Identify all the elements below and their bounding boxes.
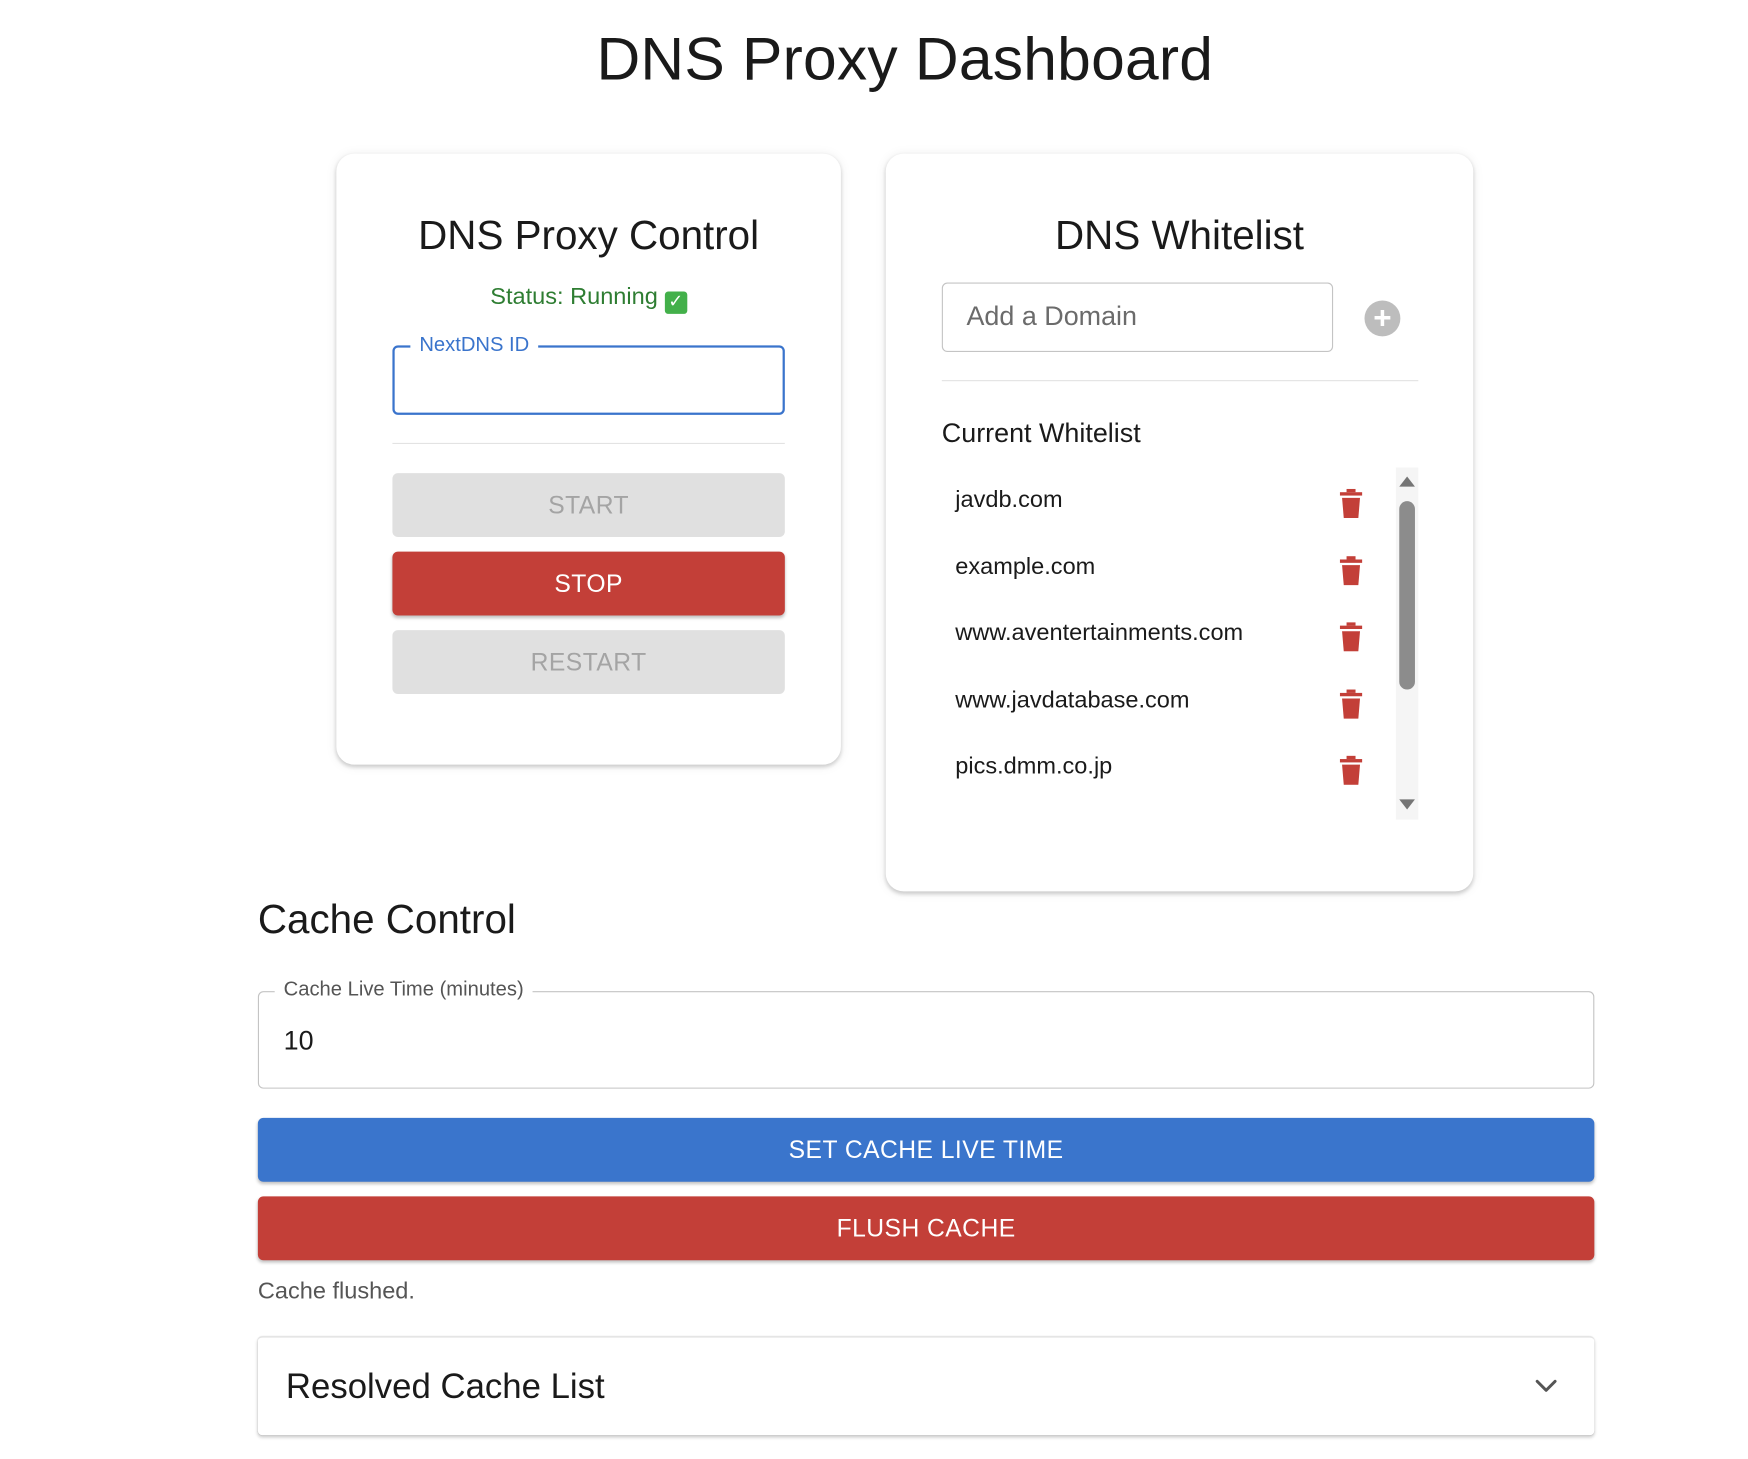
list-item: www.aventertainments.com	[942, 601, 1390, 668]
whitelist-list[interactable]: javdb.com example.com www.aventertainmen…	[942, 467, 1419, 820]
list-item: www.javdatabase.com	[942, 668, 1390, 735]
set-cache-live-time-button[interactable]: SET CACHE LIVE TIME	[257, 1117, 1595, 1182]
whitelist-title: DNS Whitelist	[1055, 211, 1304, 258]
scroll-up-arrow-icon[interactable]	[1399, 476, 1415, 487]
trash-icon[interactable]	[1339, 689, 1363, 719]
whitelist-domain: pics.dmm.co.jp	[955, 753, 1113, 780]
start-button[interactable]: START	[392, 473, 785, 538]
list-item: javdb.com	[942, 468, 1390, 535]
page-title: DNS Proxy Dashboard	[596, 25, 1214, 94]
proxy-control-card: DNS Proxy Control Status: Running ✓ NextD…	[336, 153, 841, 765]
whitelist-card: DNS Whitelist + Current Whitelist javdb.…	[885, 153, 1474, 892]
whitelist-divider	[941, 380, 1419, 382]
add-circle-icon[interactable]: +	[1364, 300, 1401, 337]
check-box-icon: ✓	[664, 291, 687, 314]
list-item: example.com	[942, 535, 1390, 602]
flush-cache-button[interactable]: FLUSH CACHE	[257, 1196, 1595, 1261]
whitelist-domain: example.com	[955, 553, 1096, 580]
add-domain-input[interactable]	[941, 282, 1334, 353]
resolved-cache-title: Resolved Cache List	[285, 1366, 605, 1406]
whitelist-domain: www.aventertainments.com	[955, 620, 1244, 646]
trash-icon[interactable]	[1339, 556, 1363, 586]
dashboard-page: DNS Proxy Dashboard DNS Proxy Control St…	[0, 0, 1748, 1459]
scroll-down-arrow-icon[interactable]	[1399, 799, 1415, 810]
cache-control-title: Cache Control	[257, 895, 516, 942]
proxy-control-title: DNS Proxy Control	[418, 211, 760, 258]
nextdns-id-label: NextDNS ID	[410, 332, 539, 357]
status-label: Status: Running	[490, 283, 658, 310]
list-item: pics.dmm.co.jp	[942, 734, 1390, 801]
trash-icon[interactable]	[1339, 755, 1363, 785]
stop-button[interactable]: STOP	[392, 551, 785, 616]
whitelist-domain: javdb.com	[955, 486, 1063, 513]
cache-live-time-field[interactable]: Cache Live Time (minutes) 10	[257, 977, 1595, 1089]
chevron-down-icon[interactable]	[1534, 1373, 1559, 1398]
status-text: Status: Running ✓	[336, 284, 841, 314]
current-whitelist-heading: Current Whitelist	[941, 418, 1141, 449]
control-divider	[392, 442, 785, 444]
cache-live-time-label: Cache Live Time (minutes)	[274, 977, 533, 1002]
whitelist-domain: www.javdatabase.com	[955, 687, 1190, 714]
trash-icon[interactable]	[1339, 622, 1363, 652]
scrollbar-thumb[interactable]	[1399, 501, 1415, 690]
cache-status-message: Cache flushed.	[257, 1278, 415, 1304]
restart-button[interactable]: RESTART	[392, 630, 785, 695]
whitelist-scrollbar[interactable]	[1395, 467, 1419, 820]
nextdns-id-field[interactable]: NextDNS ID	[392, 332, 785, 415]
cache-live-time-value: 10	[283, 1025, 314, 1057]
trash-icon[interactable]	[1339, 488, 1363, 518]
resolved-cache-accordion[interactable]: Resolved Cache List	[257, 1336, 1595, 1436]
